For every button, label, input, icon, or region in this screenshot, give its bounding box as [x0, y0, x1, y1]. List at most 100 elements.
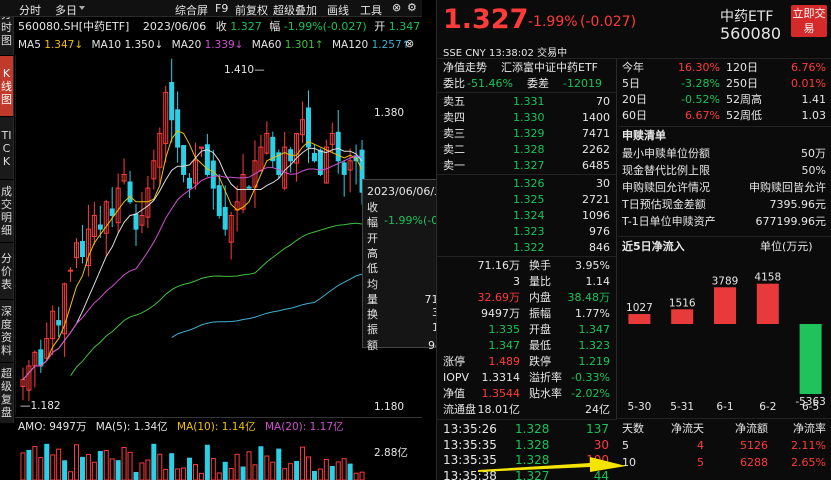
stat-row: 流通盘 18.01亿 24亿: [437, 402, 616, 418]
volume-bar: [311, 470, 317, 480]
stat-label: 溢折率: [529, 371, 562, 384]
stat-label: IOPV: [443, 371, 470, 384]
volume-bar: [91, 461, 97, 480]
sidebar-tab-2[interactable]: TICK: [0, 117, 14, 179]
volume-bar: [62, 460, 68, 480]
creation-row: T日预估现金差额 7395.96元: [618, 197, 831, 213]
ask-row[interactable]: 卖三 1.329 7471: [437, 126, 616, 142]
settings-icon[interactable]: ⚙: [407, 1, 417, 14]
volume-bar: [157, 453, 163, 480]
inflow-value-label: 1516: [669, 297, 696, 309]
close-label: 收: [215, 20, 227, 33]
inflow-category-label: 5-30: [627, 401, 651, 413]
tick-price: 1.328: [515, 437, 550, 452]
creation-value: 申购赎回皆允许: [749, 181, 826, 194]
nav-trend-link[interactable]: 净值走势: [443, 60, 487, 76]
net-inflow-chart: 10275-3015165-3137896-141586-2 -53636-5: [626, 272, 826, 413]
bid-volume: 1096: [582, 209, 610, 222]
ask-row[interactable]: 卖四 1.330 1400: [437, 110, 616, 126]
overlay-button[interactable]: 超级叠加: [273, 2, 317, 18]
ma20-line: [22, 155, 363, 380]
stat-value: 1.3314: [481, 371, 521, 384]
inflow-value-label: 4158: [754, 272, 781, 284]
ask-row[interactable]: 卖一 1.327 6485: [437, 158, 616, 174]
restore-right-button[interactable]: 前复权: [235, 2, 268, 18]
vol-ma20-label: MA(20):: [264, 421, 307, 433]
stat-label: 涨停: [443, 355, 465, 368]
volume-bar: [210, 458, 216, 480]
return-value: 16.30%: [678, 61, 720, 74]
creation-label: 现金替代比例上限: [622, 164, 710, 177]
close-icon[interactable]: ⊗: [405, 37, 414, 50]
f9-button[interactable]: F9: [215, 2, 228, 15]
vol-ma5-label: MA(5):: [95, 421, 131, 433]
inflow-bar: [671, 309, 694, 324]
draw-line-button[interactable]: 画线: [327, 2, 349, 18]
volume-bar: [222, 461, 228, 480]
chevron-down-icon: [79, 6, 85, 10]
volume-bar: [288, 463, 294, 480]
return-value: 6.67%: [685, 109, 720, 122]
ask-volume: 6485: [582, 159, 610, 172]
candlestick-chart[interactable]: [15, 55, 422, 415]
tab-fenshi[interactable]: 分时: [19, 2, 41, 18]
sidebar-tab-3[interactable]: 成交明细: [0, 180, 14, 242]
inflow-amount: 5126: [740, 439, 768, 452]
divider: [15, 417, 422, 418]
bid-price: 1.326: [513, 177, 545, 190]
open-value: 1.347: [388, 20, 421, 33]
bid-volume: 976: [589, 225, 610, 238]
candle-body: [216, 185, 222, 216]
ma10-line: [22, 147, 363, 380]
volume-bar: [115, 460, 121, 480]
inflow-value-label: 3789: [712, 275, 739, 287]
tooltip-key: 换: [367, 308, 378, 322]
ask-volume: 70: [596, 95, 610, 108]
stat-label: 振幅: [529, 307, 551, 320]
sidebar-tab-4[interactable]: 分价表: [0, 243, 14, 299]
volume-bar: [44, 443, 50, 480]
bid-row[interactable]: 1.324 1096: [437, 208, 616, 224]
ma120-label: MA120: [331, 39, 369, 51]
stat-value: 71.16万: [477, 259, 521, 272]
bid-row[interactable]: 1.326 30: [437, 176, 616, 192]
candle-body: [79, 240, 85, 258]
stat-value: 1.335: [488, 323, 521, 336]
tab-multi-day[interactable]: 多日: [55, 2, 77, 18]
candle-body: [133, 213, 139, 230]
volume-bar: [192, 464, 198, 480]
sidebar-tab-6[interactable]: 超级复盘: [0, 363, 14, 423]
tooltip-key: 振: [367, 323, 378, 337]
bid-price: 1.325: [513, 193, 545, 206]
volume-bar: [234, 453, 240, 480]
bid-row[interactable]: 1.322 846: [437, 240, 616, 256]
stat-value: 1.347: [488, 339, 521, 352]
candle-body: [311, 152, 317, 162]
bid-row[interactable]: 1.325 2721: [437, 192, 616, 208]
bid-row[interactable]: 1.323 976: [437, 224, 616, 240]
ask-row[interactable]: 卖二 1.328 2262: [437, 142, 616, 158]
ask-price: 1.330: [513, 111, 545, 124]
candle-body: [56, 320, 62, 326]
volume-bar: [347, 463, 353, 480]
stat-row: 涨停 1.489 跌停 1.219: [437, 354, 616, 370]
ask-price: 1.328: [513, 143, 545, 156]
ma10-label: MA10: [91, 39, 122, 51]
volume-bar: [121, 447, 127, 480]
volume-bar: [68, 471, 74, 480]
inflow-category-label: 6-1: [716, 401, 733, 413]
sidebar-tab-5[interactable]: 深度资料: [0, 300, 14, 362]
return-label: 今年: [622, 61, 644, 74]
candle-body: [181, 145, 187, 175]
sidebar-tab-1[interactable]: K线图: [0, 56, 14, 116]
ask-level: 卖二: [443, 143, 465, 156]
tools-button[interactable]: 工具: [360, 2, 382, 18]
ask-row[interactable]: 卖五 1.331 70: [437, 94, 616, 110]
ma20-value: 1.339↓: [204, 39, 244, 51]
trade-now-button[interactable]: 立即交易: [791, 5, 827, 37]
volume-bar: [181, 467, 187, 480]
composite-screen-button[interactable]: 综合屏: [175, 2, 208, 18]
volume-bar: [335, 461, 341, 480]
volume-bar: [103, 450, 109, 480]
close-icon[interactable]: ⊗: [392, 1, 401, 14]
